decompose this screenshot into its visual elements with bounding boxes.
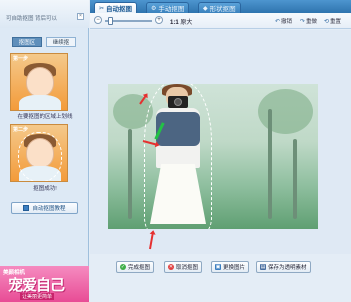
- cancel-cutout-button[interactable]: ✕ 取消抠图: [164, 261, 203, 273]
- image-icon: ▣: [215, 264, 221, 270]
- original-ratio: 1:1: [170, 20, 179, 26]
- tutorial-icon: [23, 205, 30, 211]
- example-cut-outline: [18, 132, 62, 181]
- close-icon[interactable]: ×: [77, 13, 84, 20]
- tab-label: 形状抠图: [209, 6, 236, 13]
- auto-cutout-tutorial-label: 自动抠图教程: [32, 206, 66, 212]
- toolbar: − + 1:1 原大 ↶ 撤销 ↷ 重做 ⟲ 重置: [90, 13, 351, 29]
- finish-cutout-button[interactable]: ✓ 完成抠图: [116, 261, 155, 273]
- shape-icon: ◆: [203, 5, 208, 12]
- photo-canvas[interactable]: [108, 84, 318, 229]
- left-panel-hint: 可自助抠图 背后可以: [6, 16, 58, 22]
- reset-label: 重置: [330, 19, 342, 25]
- tree: [293, 139, 297, 219]
- save-icon: ▤: [260, 264, 266, 270]
- tab-label: 手动抠图: [158, 6, 185, 13]
- redo-label: 重做: [306, 19, 318, 25]
- scissors-icon: ✂: [99, 5, 105, 12]
- undo-button[interactable]: ↶ 撤销: [275, 17, 293, 26]
- left-panel-header: 可自助抠图 背后可以 ×: [0, 0, 89, 28]
- example-thumb-step2: 第二步: [10, 124, 68, 182]
- replace-image-button[interactable]: ▣ 更换图片: [211, 261, 250, 273]
- tab-bar: ✂ 自动抠图 ⚙ 手动抠图 ◆ 形状抠图: [90, 0, 351, 13]
- example-face: [26, 67, 54, 97]
- redo-icon: ↷: [300, 18, 306, 25]
- ad-subtitle: 让美丽更简单: [20, 293, 55, 300]
- cutout-outline: [144, 84, 212, 229]
- cancel-icon: ✕: [168, 264, 174, 270]
- zoom-out-button[interactable]: −: [94, 16, 102, 24]
- left-panel: 可自助抠图 背后可以 × 抠图区 继续抠 第一步 在要抠图的区域上划线 第二步 …: [0, 0, 89, 302]
- original-size-label: 原大: [180, 20, 193, 26]
- tab-auto-cutout[interactable]: ✂ 自动抠图: [94, 2, 138, 13]
- ad-headline: 宠爱自己: [8, 277, 65, 294]
- example-caption-step1: 在要抠图的区域上划线: [17, 114, 73, 120]
- tab-shape-cutout[interactable]: ◆ 形状抠图: [198, 2, 241, 13]
- tree: [128, 129, 132, 219]
- finish-cutout-label: 完成抠图: [128, 265, 151, 271]
- subtab-cutout-area[interactable]: 抠图区: [12, 37, 42, 47]
- save-transparent-button[interactable]: ▤ 保存为透明素材: [256, 261, 311, 273]
- undo-label: 撤销: [281, 19, 293, 25]
- subtab-continue[interactable]: 继续抠: [46, 37, 76, 47]
- cancel-cutout-label: 取消抠图: [176, 265, 199, 271]
- left-subtabs: 抠图区 继续抠: [12, 37, 76, 47]
- tab-label: 自动抠图: [106, 6, 133, 13]
- example-caption-step2: 抠图成功!: [33, 186, 57, 192]
- auto-cutout-tutorial-button[interactable]: 自动抠图教程: [11, 202, 78, 214]
- gear-icon: ⚙: [151, 5, 157, 12]
- example-tag: 第二步: [13, 127, 29, 133]
- zoom-slider-handle[interactable]: [108, 17, 113, 25]
- undo-icon: ↶: [275, 18, 281, 25]
- example-thumb-step1: 第一步: [10, 53, 68, 111]
- zoom-in-button[interactable]: +: [155, 16, 163, 24]
- example-tag: 第一步: [13, 56, 29, 62]
- foliage: [258, 89, 313, 134]
- save-transparent-label: 保存为透明素材: [268, 265, 307, 271]
- reset-icon: ⟲: [324, 18, 330, 25]
- redo-button[interactable]: ↷ 重做: [300, 17, 318, 26]
- subject-girl: [144, 84, 212, 229]
- check-icon: ✓: [120, 264, 126, 270]
- tree: [268, 109, 272, 219]
- replace-image-label: 更换图片: [223, 265, 246, 271]
- example-body: [19, 95, 61, 110]
- original-size-button[interactable]: 1:1 原大: [170, 17, 192, 26]
- tab-manual-cutout[interactable]: ⚙ 手动抠图: [146, 2, 190, 13]
- ad-banner[interactable]: 美颜相机 宠爱自己 让美丽更简单: [0, 266, 89, 302]
- reset-button[interactable]: ⟲ 重置: [324, 17, 342, 26]
